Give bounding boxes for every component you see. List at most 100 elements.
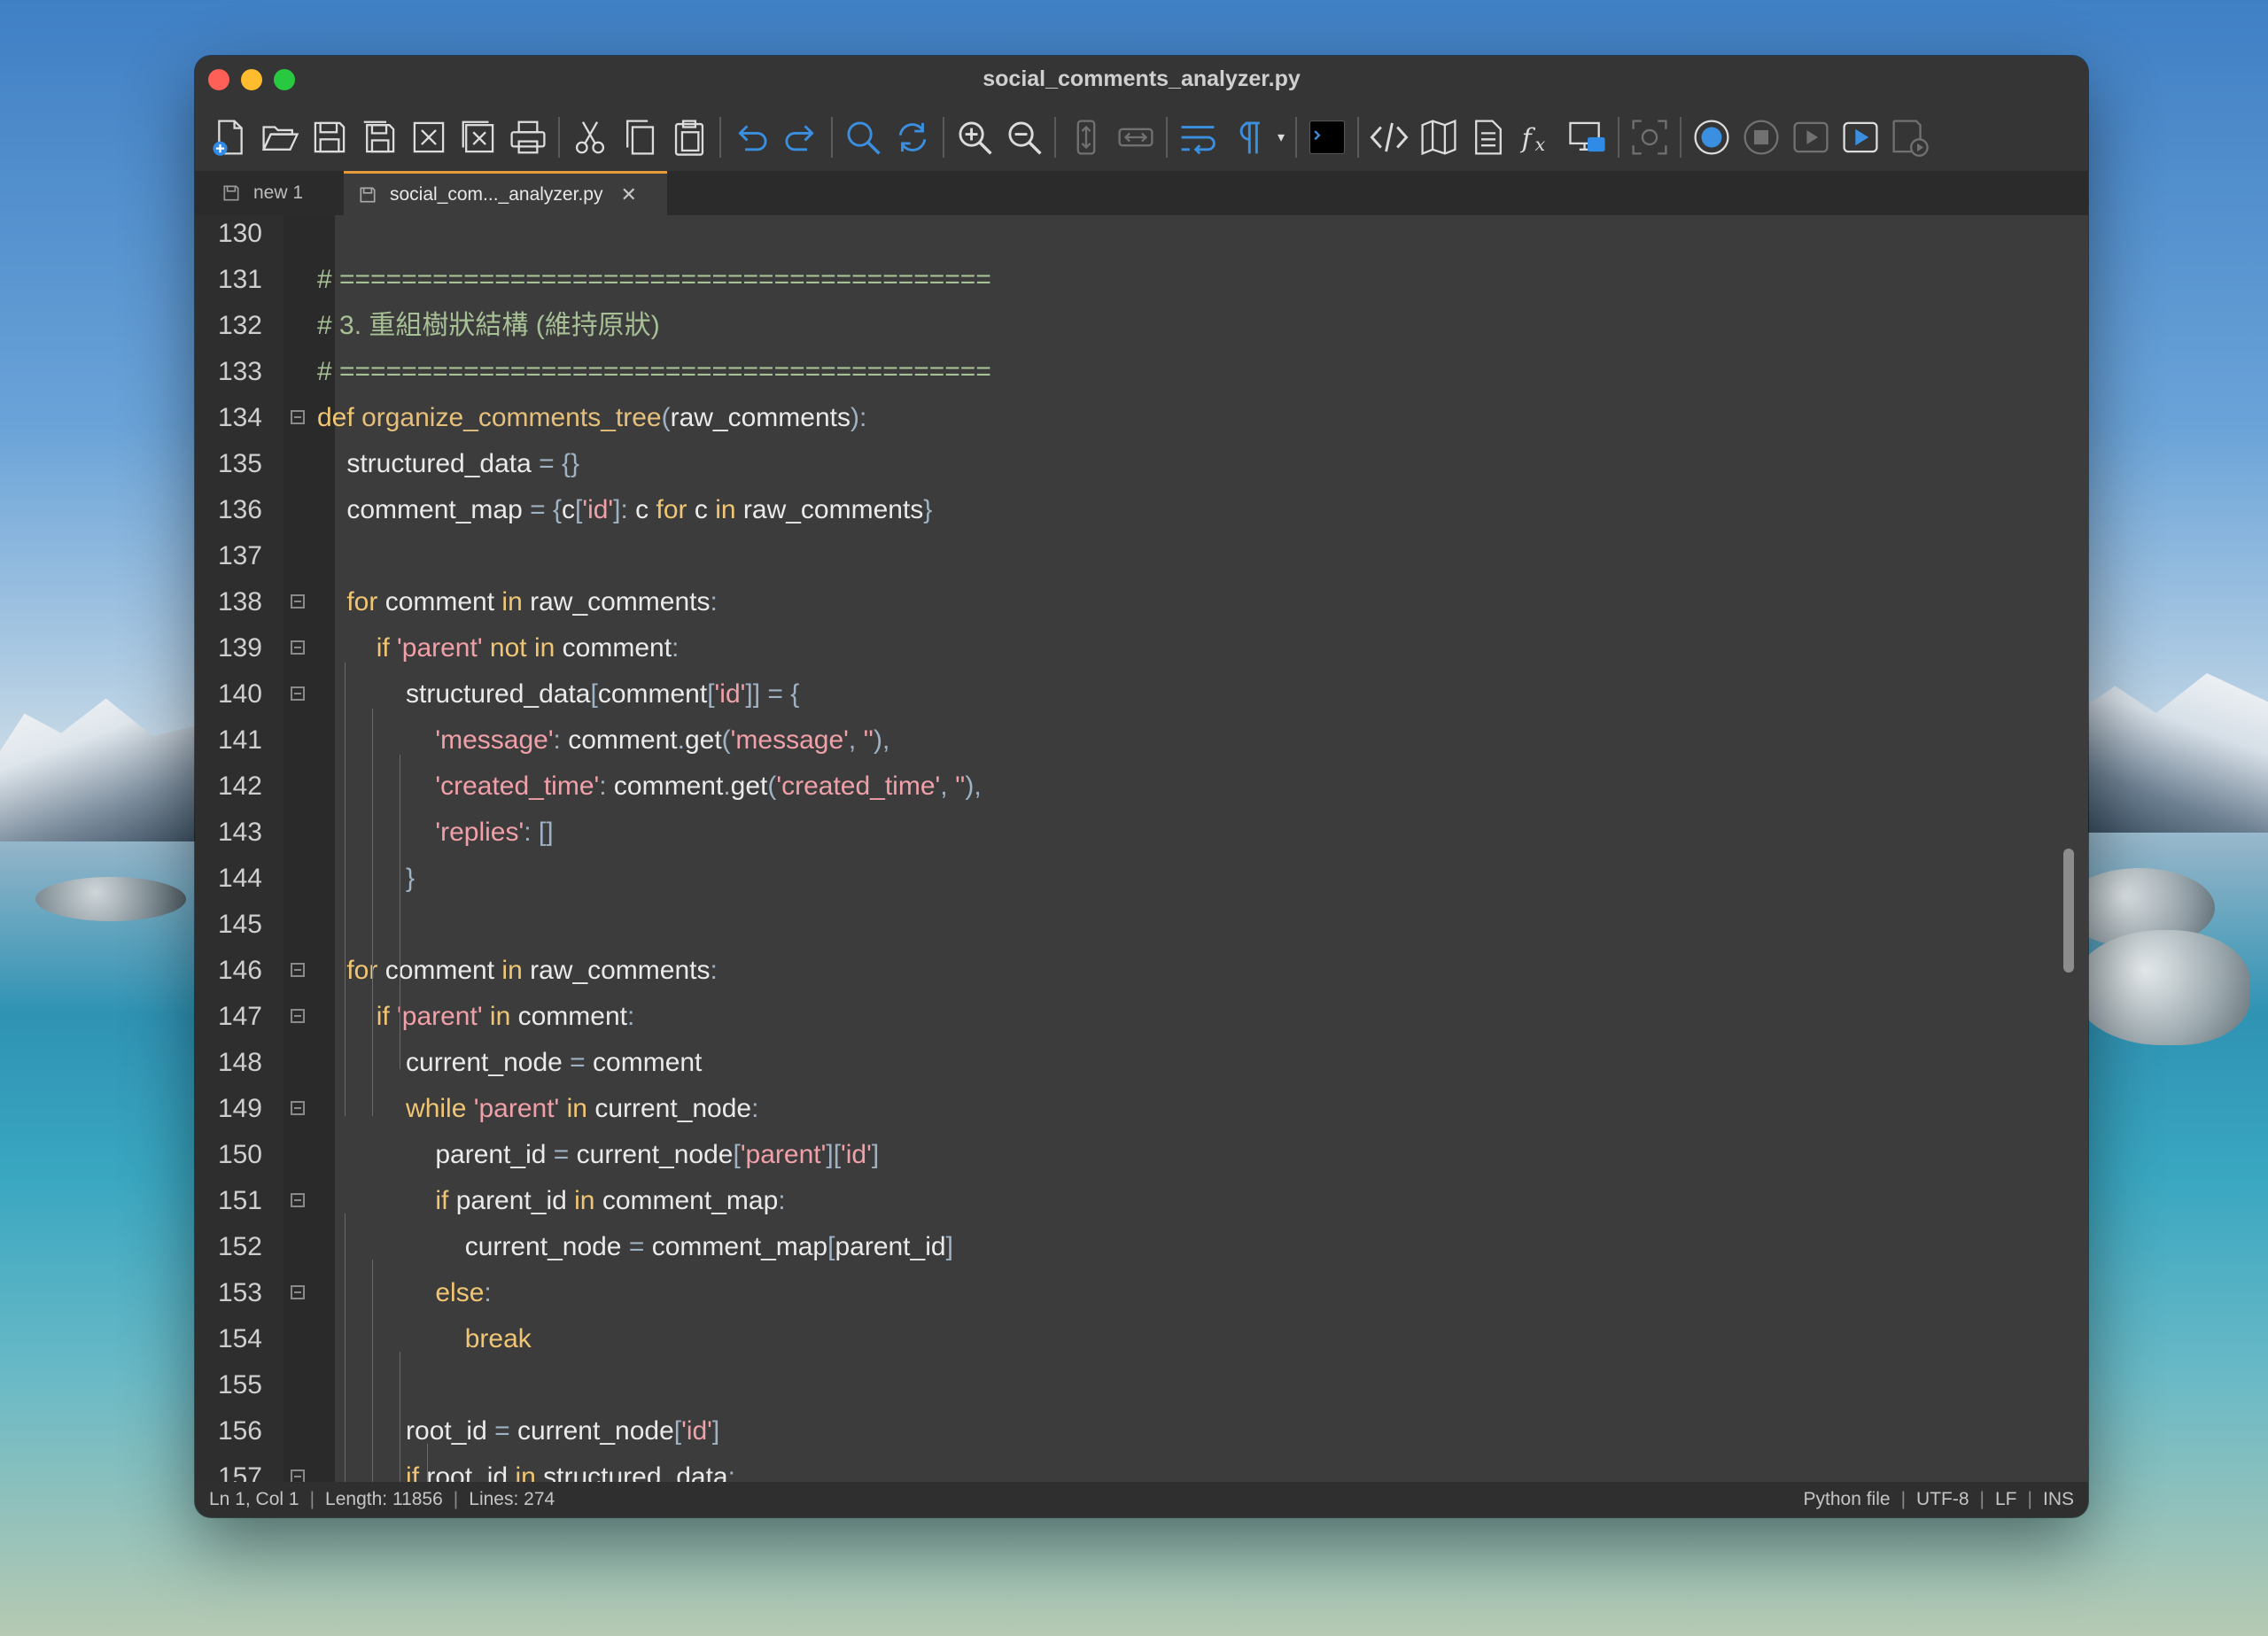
code-line[interactable]: 144 } <box>195 856 2088 902</box>
document-map-button[interactable] <box>1417 115 1461 159</box>
code-text: if parent_id in comment_map: <box>435 1186 786 1215</box>
vertical-scrollbar-thumb[interactable] <box>2063 849 2074 973</box>
code-line[interactable]: 154 break <box>195 1316 2088 1362</box>
editor-window: social_comments_analyzer.py ▾ f x new 1 … <box>195 56 2088 1517</box>
code-line[interactable]: 130 <box>195 211 2088 257</box>
indent-guide <box>372 709 373 1116</box>
zoom-out-button[interactable] <box>1002 115 1046 159</box>
zoom-in-button[interactable] <box>952 115 997 159</box>
code-text: 'replies': [] <box>435 818 554 847</box>
code-line[interactable]: 137 <box>195 533 2088 579</box>
encoding[interactable]: UTF-8 <box>1916 1489 1969 1510</box>
terminal-button[interactable] <box>1305 115 1349 159</box>
code-line[interactable]: 133 # ===================================… <box>195 349 2088 395</box>
copy-button[interactable] <box>617 115 662 159</box>
fold-toggle-icon[interactable] <box>291 963 305 977</box>
indent-guide <box>345 1213 346 1482</box>
fold-toggle-icon[interactable] <box>291 1285 305 1299</box>
function-button[interactable]: fx <box>1516 115 1560 159</box>
save-all-button[interactable] <box>357 115 401 159</box>
line-number: 135 <box>217 449 262 478</box>
screenshot-button[interactable] <box>1627 115 1672 159</box>
insert-mode[interactable]: INS <box>2043 1489 2074 1510</box>
code-line[interactable]: 139 if 'parent' not in comment: <box>195 625 2088 671</box>
code-line[interactable]: 140 structured_data[comment['id']] = { <box>195 671 2088 717</box>
new-file-button[interactable] <box>208 115 252 159</box>
code-line[interactable]: 155 <box>195 1362 2088 1408</box>
code-line[interactable]: 134 def organize_comments_tree(raw_commen… <box>195 395 2088 441</box>
undo-button[interactable] <box>729 115 773 159</box>
run-macro-multiple-button[interactable] <box>1838 115 1883 159</box>
word-wrap-button[interactable] <box>1176 115 1220 159</box>
toolbar: ▾ fx <box>195 104 2088 171</box>
save-button[interactable] <box>307 115 352 159</box>
line-number: 133 <box>217 357 262 386</box>
fold-toggle-icon[interactable] <box>291 686 305 701</box>
fold-toggle-icon[interactable] <box>291 640 305 655</box>
code-line[interactable]: 147 if 'parent' in comment: <box>195 994 2088 1040</box>
toolbar-separator <box>1357 117 1359 158</box>
chevron-down-icon[interactable]: ▾ <box>1272 128 1290 146</box>
code-text: break <box>464 1324 532 1353</box>
paste-button[interactable] <box>667 115 711 159</box>
code-line[interactable]: 156 root_id = current_node['id'] <box>195 1408 2088 1454</box>
sync-horizontal-button[interactable] <box>1114 115 1158 159</box>
code-line[interactable]: 150 parent_id = current_node['parent']['… <box>195 1132 2088 1178</box>
undo-icon <box>738 125 767 151</box>
fold-toggle-icon[interactable] <box>291 1193 305 1207</box>
indent-guide <box>427 1444 428 1482</box>
close-tab-icon[interactable]: ✕ <box>620 183 636 206</box>
code-line[interactable]: 135 structured_data = {} <box>195 441 2088 487</box>
open-file-button[interactable] <box>258 115 302 159</box>
fold-toggle-icon[interactable] <box>291 594 305 609</box>
code-line[interactable]: 151 if parent_id in comment_map: <box>195 1178 2088 1224</box>
code-line[interactable]: 131 # ===================================… <box>195 257 2088 303</box>
code-line[interactable]: 142 'created_time': comment.get('created… <box>195 764 2088 810</box>
function-list-button[interactable] <box>1466 115 1511 159</box>
replace-button[interactable] <box>890 115 935 159</box>
play-macro-button[interactable] <box>1789 115 1833 159</box>
code-line[interactable]: 141 'message': comment.get('message', ''… <box>195 717 2088 764</box>
sync-vertical-scroll-icon <box>1076 120 1096 155</box>
code-editor[interactable]: 130 131 # ================================… <box>195 215 2088 1517</box>
line-number: 134 <box>217 403 262 432</box>
monitoring-button[interactable] <box>1565 115 1610 159</box>
tab-label: new 1 <box>253 182 304 203</box>
code-line[interactable]: 145 <box>195 902 2088 948</box>
tab-new-1[interactable]: new 1 <box>207 171 351 215</box>
code-text: def organize_comments_tree(raw_comments)… <box>317 403 867 432</box>
tab-social-comments-analyzer[interactable]: social_com..._analyzer.py ✕ <box>344 171 667 215</box>
code-line[interactable]: 149 while 'parent' in current_node: <box>195 1086 2088 1132</box>
redo-button[interactable] <box>779 115 823 159</box>
find-button[interactable] <box>841 115 885 159</box>
code-text: if 'parent' in comment: <box>376 1002 635 1031</box>
code-line[interactable]: 138 for comment in raw_comments: <box>195 579 2088 625</box>
code-line[interactable]: 136 comment_map = {c['id']: c for c in r… <box>195 487 2088 533</box>
show-all-characters-button[interactable] <box>1225 115 1270 159</box>
line-number: 140 <box>217 679 262 709</box>
record-macro-button[interactable] <box>1689 115 1734 159</box>
code-line[interactable]: 148 current_node = comment <box>195 1040 2088 1086</box>
print-button[interactable] <box>506 115 550 159</box>
file-type[interactable]: Python file <box>1804 1489 1891 1510</box>
tab-bar: new 1 social_com..._analyzer.py ✕ <box>195 171 2088 215</box>
cursor-position: Ln 1, Col 1 <box>209 1489 299 1509</box>
code-line[interactable]: 143 'replies': [] <box>195 810 2088 856</box>
html-tag-button[interactable] <box>1367 115 1411 159</box>
close-button[interactable] <box>407 115 451 159</box>
sync-vertical-button[interactable] <box>1064 115 1108 159</box>
close-file-icon <box>413 121 445 153</box>
close-all-button[interactable] <box>456 115 501 159</box>
code-line[interactable]: 132 # 3. 重組樹狀結構 (維持原狀) <box>195 303 2088 349</box>
save-macro-button[interactable] <box>1888 115 1932 159</box>
folder-open-icon <box>261 126 299 151</box>
code-line[interactable]: 146 for comment in raw_comments: <box>195 948 2088 994</box>
stop-recording-button[interactable] <box>1739 115 1783 159</box>
fold-toggle-icon[interactable] <box>291 1101 305 1115</box>
fold-toggle-icon[interactable] <box>291 410 305 424</box>
code-line[interactable]: 152 current_node = comment_map[parent_id… <box>195 1224 2088 1270</box>
code-line[interactable]: 153 else: <box>195 1270 2088 1316</box>
fold-toggle-icon[interactable] <box>291 1009 305 1023</box>
line-ending[interactable]: LF <box>1995 1489 2017 1510</box>
cut-button[interactable] <box>568 115 612 159</box>
